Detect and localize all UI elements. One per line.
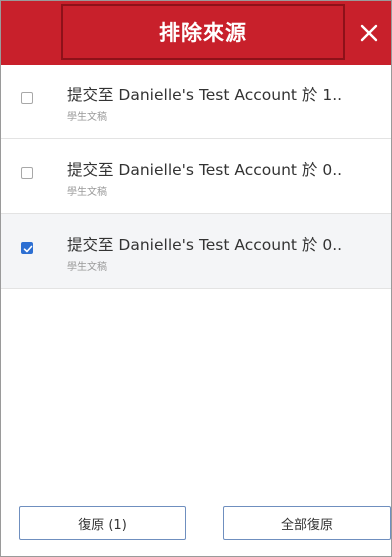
close-button[interactable] [347, 1, 391, 65]
source-type: 學生文稿 [67, 187, 107, 198]
source-checkbox[interactable] [21, 92, 33, 104]
source-checkbox[interactable] [21, 167, 33, 179]
source-checkbox[interactable] [21, 242, 33, 254]
panel-title: 排除來源 [61, 4, 345, 60]
source-title: 提交至 Danielle's Test Account 於 0.. [67, 236, 343, 254]
source-type: 學生文稿 [67, 112, 107, 123]
source-list: 提交至 Danielle's Test Account 於 1.. 學生文稿 提… [1, 65, 391, 289]
source-title: 提交至 Danielle's Test Account 於 0.. [67, 161, 343, 179]
close-icon [360, 24, 378, 42]
exclude-sources-panel: 排除來源 提交至 Danielle's Test Account 於 1.. 學… [0, 0, 392, 557]
source-title: 提交至 Danielle's Test Account 於 1.. [67, 86, 343, 104]
list-item[interactable]: 提交至 Danielle's Test Account 於 0.. 學生文稿 [1, 139, 391, 214]
source-type: 學生文稿 [67, 262, 107, 273]
restore-all-button[interactable]: 全部復原 [223, 506, 391, 540]
restore-button[interactable]: 復原 (1) [19, 506, 186, 540]
list-item[interactable]: 提交至 Danielle's Test Account 於 0.. 學生文稿 [1, 214, 391, 289]
check-icon [23, 245, 33, 253]
panel-header: 排除來源 [1, 1, 391, 65]
list-item[interactable]: 提交至 Danielle's Test Account 於 1.. 學生文稿 [1, 65, 391, 139]
